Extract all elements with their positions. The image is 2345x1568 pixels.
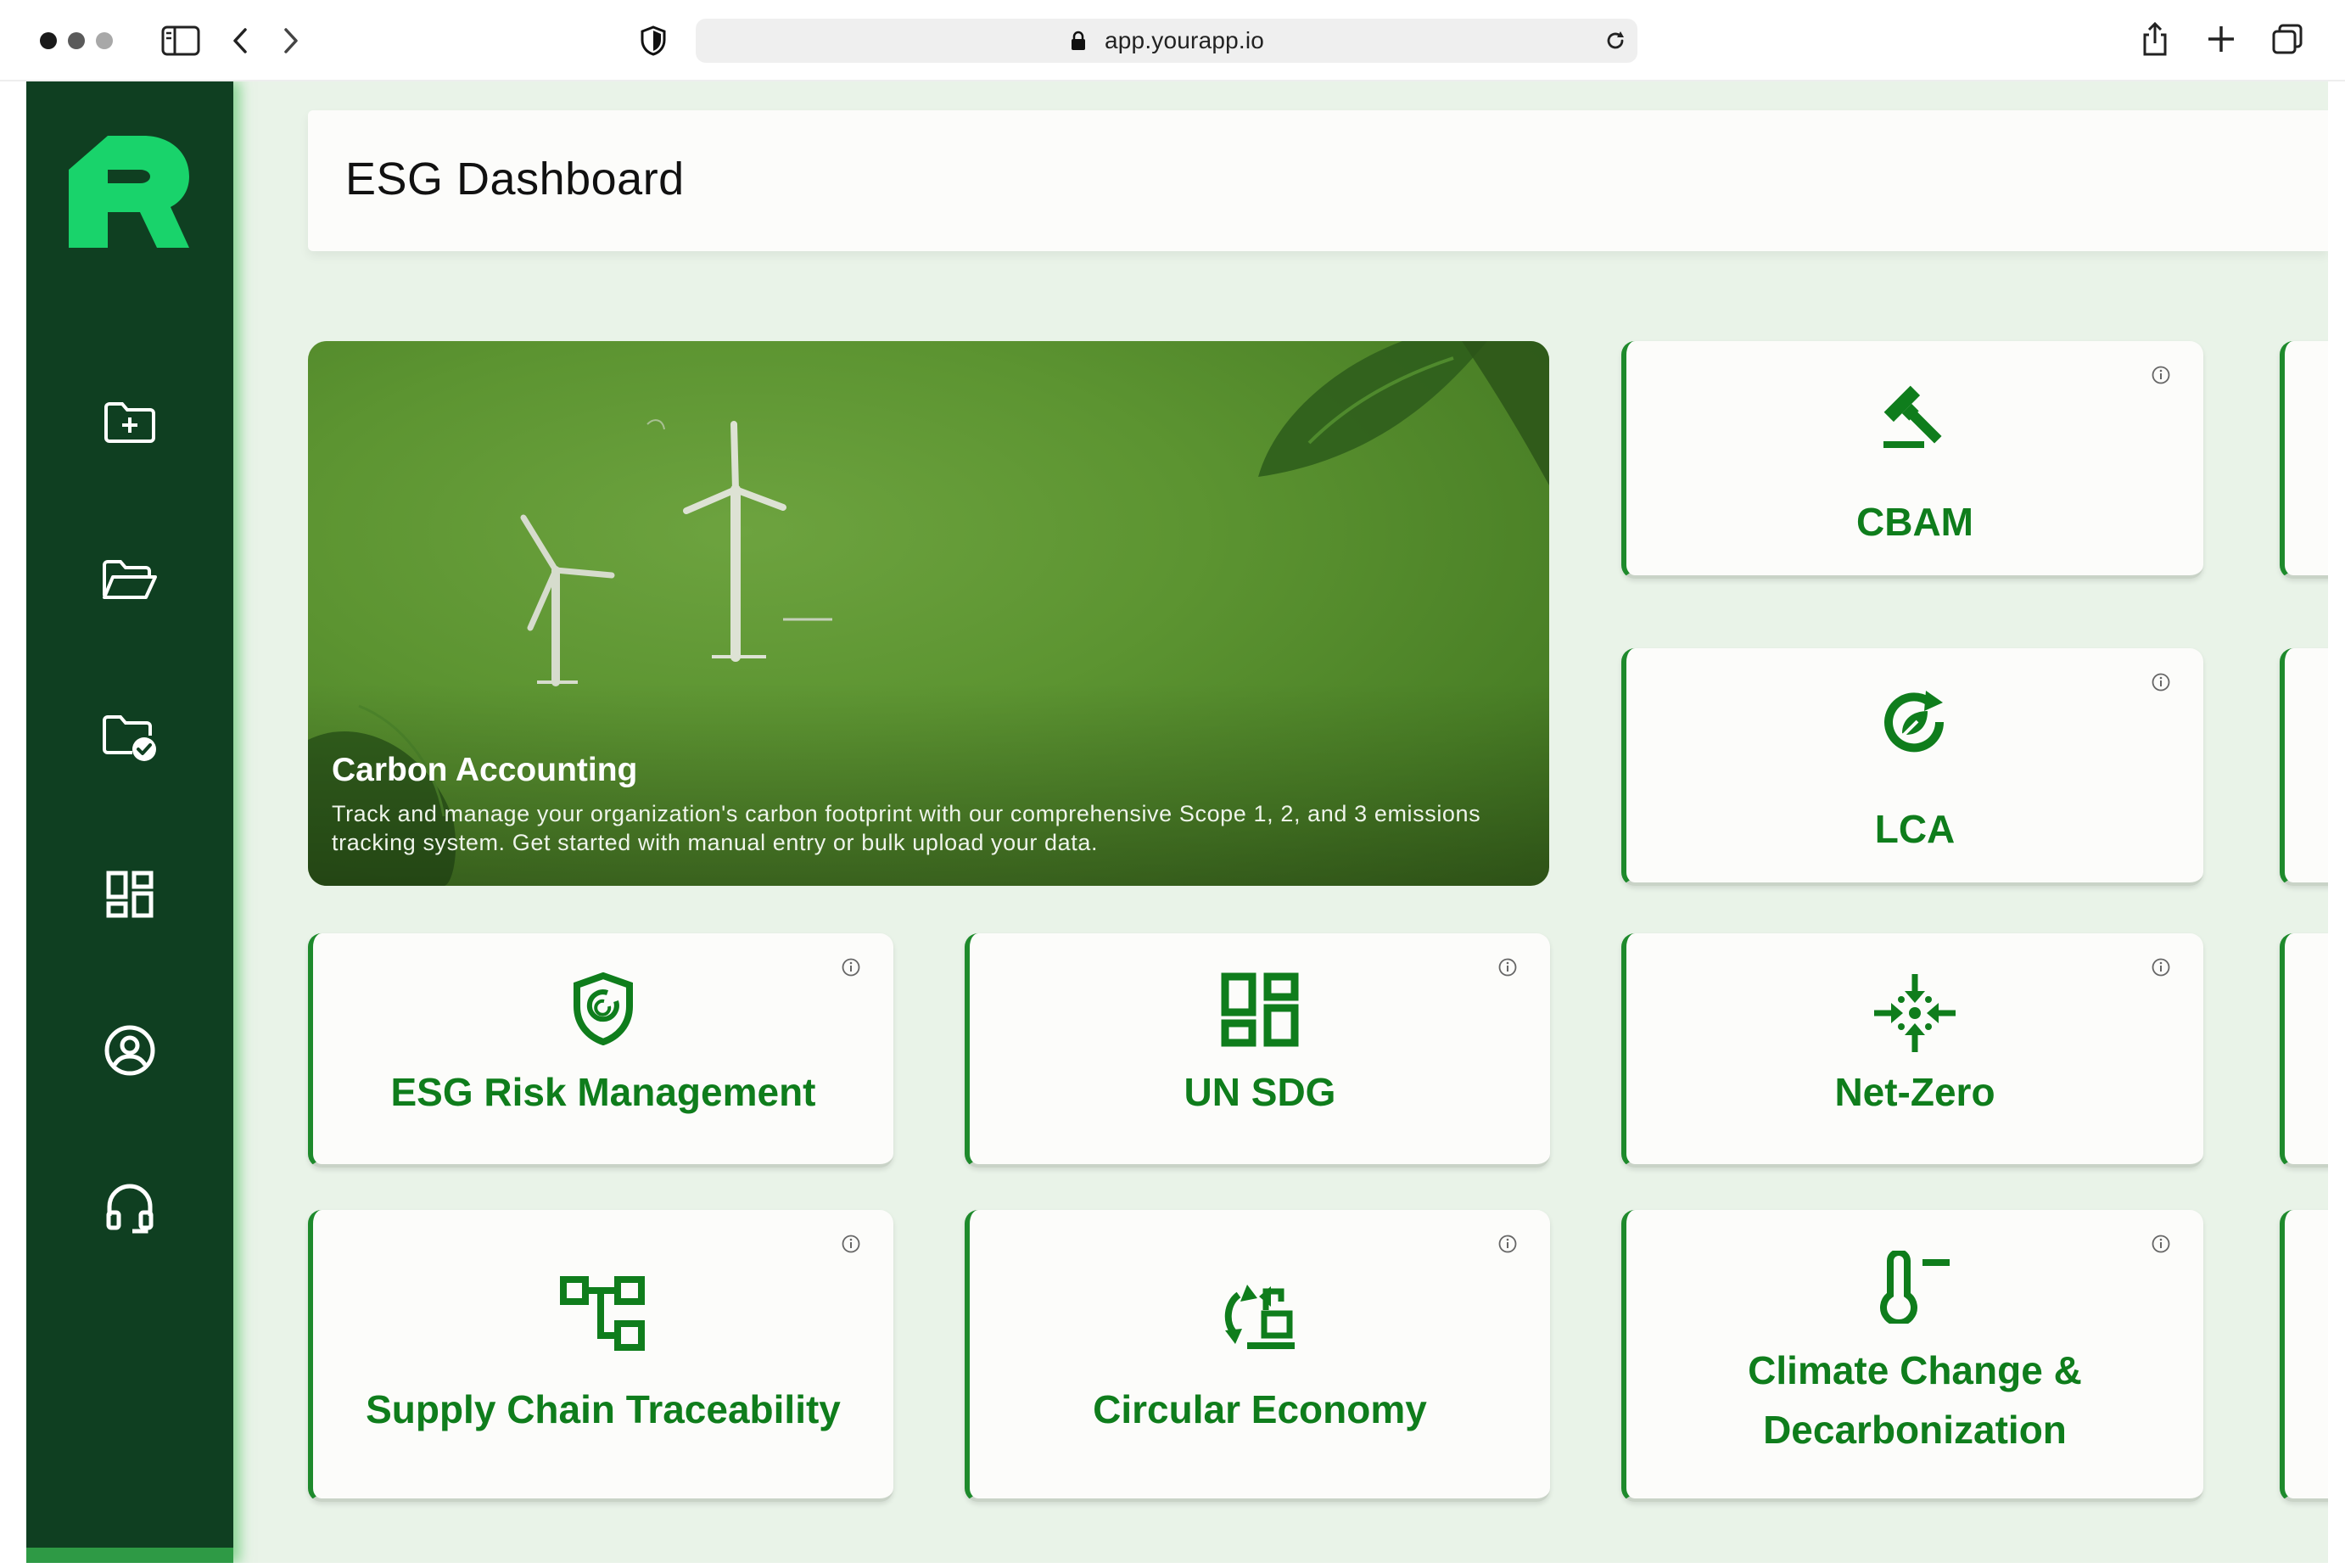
card-supply-chain-traceability[interactable]: Supply Chain Traceability: [308, 1210, 893, 1502]
page-title: ESG Dashboard: [345, 154, 685, 204]
back-icon[interactable]: [227, 24, 253, 58]
card-net-zero[interactable]: Net-Zero: [1621, 933, 2203, 1168]
eco-cycle-icon: [1626, 686, 2203, 759]
page-header: ESG Dashboard: [308, 110, 2328, 251]
lock-icon: [1072, 31, 1085, 50]
tabs-overview-icon[interactable]: [2270, 22, 2304, 56]
card-lca[interactable]: LCA: [1621, 648, 2203, 886]
app-logo[interactable]: [69, 136, 189, 248]
recycle-loop-icon: [970, 1285, 1550, 1352]
app-container: ESG Dashboard Carbon Accounting Track an…: [26, 81, 2328, 1563]
folder-check-icon[interactable]: [96, 704, 164, 772]
url-text: app.yourapp.io: [1105, 27, 1265, 53]
hero-title: Carbon Accounting: [332, 752, 638, 788]
card-label: Circular Economy: [1093, 1387, 1427, 1431]
sidebar: [26, 81, 233, 1563]
card-label-line-2: Decarbonization: [1763, 1408, 2067, 1452]
card-label: LCA: [1874, 807, 1956, 851]
info-icon[interactable]: [841, 1234, 861, 1254]
hero-description: Track and manage your organization's car…: [332, 801, 1481, 855]
grid-dashboard-icon: [970, 972, 1550, 1047]
headset-icon[interactable]: [96, 1174, 164, 1242]
gavel-icon: [1626, 385, 2203, 451]
window-close-dot[interactable]: [40, 32, 57, 49]
partial-card[interactable]: [2280, 933, 2328, 1168]
flow-tree-icon: [313, 1276, 893, 1351]
new-tab-icon[interactable]: [2204, 22, 2238, 56]
folder-open-icon[interactable]: [96, 546, 164, 614]
info-icon[interactable]: [2151, 365, 2171, 385]
card-label: Net-Zero: [1834, 1070, 1995, 1114]
partial-card[interactable]: [2280, 341, 2328, 579]
reload-icon[interactable]: [1603, 29, 1627, 53]
converge-arrows-icon: [1626, 972, 2203, 1054]
card-label: ESG Risk Management: [390, 1070, 816, 1114]
address-bar[interactable]: app.yourapp.io: [696, 19, 1637, 63]
card-label: UN SDG: [1184, 1070, 1336, 1114]
shield-icon: [313, 972, 893, 1045]
card-label-line-1: Climate Change &: [1748, 1348, 2082, 1392]
browser-toolbar: app.yourapp.io: [0, 0, 2345, 81]
window-maximize-dot[interactable]: [96, 32, 113, 49]
card-climate-change-decarbonization[interactable]: Climate Change & Decarbonization: [1621, 1210, 2203, 1502]
window-minimize-dot[interactable]: [68, 32, 85, 49]
sidebar-bottom-bar: [26, 1548, 233, 1563]
dashboard-icon[interactable]: [96, 860, 164, 928]
card-label: Supply Chain Traceability: [366, 1387, 841, 1431]
account-circle-icon[interactable]: [96, 1016, 164, 1084]
thermometer-minus-icon: [1626, 1251, 2203, 1324]
forward-icon[interactable]: [278, 24, 304, 58]
partial-card[interactable]: [2280, 1210, 2328, 1502]
card-circular-economy[interactable]: Circular Economy: [965, 1210, 1550, 1502]
card-label: CBAM: [1856, 500, 1973, 544]
share-icon[interactable]: [2138, 19, 2172, 59]
info-icon[interactable]: [1497, 1234, 1518, 1254]
sidebar-toggle-icon[interactable]: [160, 24, 202, 58]
partial-card[interactable]: [2280, 648, 2328, 886]
card-cbam[interactable]: CBAM: [1621, 341, 2203, 579]
card-un-sdg[interactable]: UN SDG: [965, 933, 1550, 1168]
folder-plus-icon[interactable]: [96, 389, 164, 456]
carbon-accounting-hero-card[interactable]: Carbon Accounting Track and manage your …: [308, 341, 1549, 886]
privacy-shield-icon[interactable]: [636, 24, 670, 58]
card-esg-risk-management[interactable]: ESG Risk Management: [308, 933, 893, 1168]
